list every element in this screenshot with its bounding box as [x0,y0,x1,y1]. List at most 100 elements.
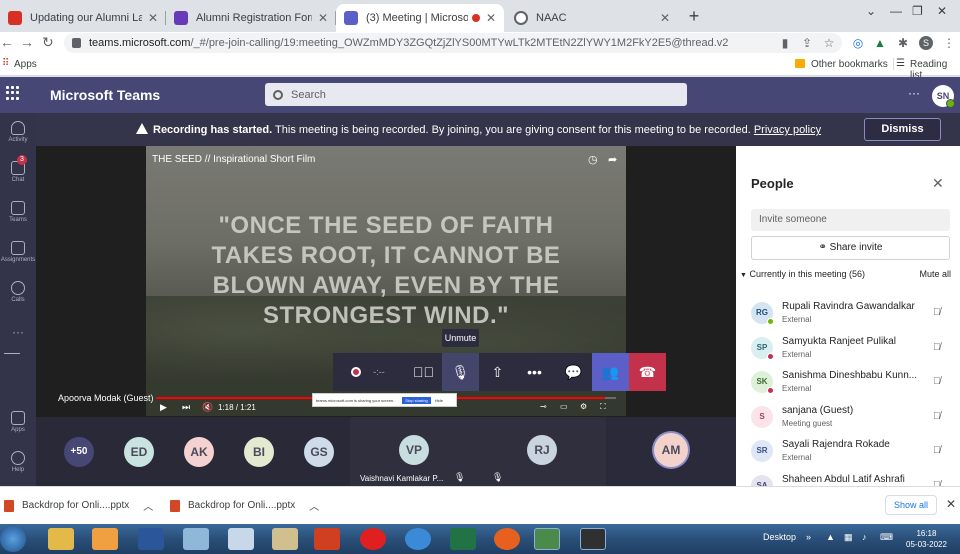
close-icon[interactable]: ✕ [932,175,944,192]
mic-muted-icon[interactable]: 🎙̸ [933,342,941,353]
chevron-up-icon[interactable]: ︿ [143,498,153,513]
participant-tile[interactable]: VP Vaishnavi Kamlakar P... 🎙 [350,417,478,486]
extension-icon[interactable]: ◎ [851,36,865,50]
participant-tile[interactable]: AM [608,417,736,486]
expand-tray-icon[interactable]: » [806,532,811,542]
rail-assignments[interactable]: Assignments [0,241,36,263]
internet-explorer-icon[interactable] [405,528,431,550]
calculator-icon[interactable] [228,528,254,550]
participant-list-item[interactable]: Ssanjana (Guest) Meeting guest 🎙̸ [751,402,956,436]
mic-muted-icon[interactable]: 🎙̸ [933,307,941,318]
share-icon[interactable]: ⇪ [800,36,814,50]
media-player-icon[interactable] [92,528,118,550]
dismiss-button[interactable]: Dismiss [864,118,941,141]
puzzle-icon[interactable]: ✱ [896,36,910,50]
video-title[interactable]: THE SEED // Inspirational Short Film [152,154,315,165]
tray-icon[interactable]: ▲ [826,532,835,542]
network-icon[interactable]: ▦ [844,532,853,543]
tab-alumni-form[interactable]: Alumni Registration Form ✕ [166,4,336,32]
show-all-button[interactable]: Show all [885,495,937,515]
participant-tile[interactable]: RJ 🎙 [478,417,606,486]
forward-button[interactable]: → [20,34,34,50]
chevron-up-icon[interactable]: ︿ [309,498,319,513]
rail-chat[interactable]: Chat 3 [0,155,36,183]
participant-list-item[interactable]: SR Sayali Rajendra Rokade External 🎙̸ [751,436,956,470]
watch-later-icon[interactable]: ◷ [588,153,598,166]
close-icon[interactable]: ✕ [318,11,328,25]
participant-list-item[interactable]: SP Samyukta Ranjeet Pulikal External 🎙̸ [751,333,956,367]
participant-avatar[interactable]: AK [184,437,214,467]
stop-sharing-button[interactable]: Stop sharing [402,396,431,404]
firefox-icon[interactable] [494,528,520,550]
tab-search-icon[interactable]: ⌄ [866,4,876,18]
keyboard-icon[interactable]: ⌨ [880,532,893,543]
explorer-icon[interactable] [48,528,74,550]
lock-icon[interactable] [72,38,81,48]
chrome-icon[interactable] [534,528,560,550]
close-icon[interactable]: ✕ [486,11,496,25]
more-actions-button[interactable]: ••• [516,353,553,391]
captions-icon[interactable]: ▭ [560,402,568,411]
excel-icon[interactable] [450,528,476,550]
user-avatar[interactable]: SN [932,85,955,108]
system-clock[interactable]: 16:18 05-03-2022 [906,528,947,550]
leave-button[interactable]: ☎ [629,353,666,391]
tab-naac[interactable]: NAAC ✕ [506,4,678,32]
new-tab-button[interactable]: + [684,6,704,26]
close-icon[interactable]: ✕ [148,11,158,25]
rail-calls[interactable]: Calls [0,281,36,303]
mic-muted-icon[interactable]: 🎙̸ [933,411,941,422]
more-participants-badge[interactable]: +50 [64,437,94,467]
minimize-button[interactable]: — [890,4,902,18]
participant-avatar[interactable]: GS [304,437,334,467]
fullscreen-icon[interactable]: ⛶ [600,402,606,412]
mic-muted-icon[interactable]: 🎙̸ [933,376,941,387]
chat-button[interactable]: 💬 [555,353,592,391]
app-icon[interactable] [183,528,209,550]
reload-button[interactable]: ↻ [42,34,54,51]
restore-button[interactable]: ❐ [912,4,923,18]
rail-teams[interactable]: Teams [0,201,36,223]
close-icon[interactable]: ✕ [660,11,670,25]
share-tray-button[interactable]: ⇧ [479,353,516,391]
download-item[interactable]: Backdrop for Onli....pptx ︿ [170,498,319,513]
share-arrow-icon[interactable]: ➦ [608,153,617,166]
autoplay-toggle[interactable]: ⊸ [540,402,547,411]
next-icon[interactable]: ⏭ [182,402,190,413]
menu-icon[interactable]: ⋮ [942,36,956,50]
privacy-policy-link[interactable]: Privacy policy [754,124,821,136]
share-invite-button[interactable]: ⚭ Share invite [751,236,950,260]
rail-help[interactable]: Help [0,451,36,473]
unmute-button[interactable]: 🎙 [442,353,479,391]
apps-grid-icon[interactable]: ⠿ [2,58,9,69]
extension-icon[interactable]: ▲ [873,36,887,50]
rail-apps[interactable]: Apps [0,411,36,433]
app-icon[interactable] [314,528,340,550]
download-item[interactable]: Backdrop for Onli....pptx ︿ [4,498,153,513]
apps-bookmark[interactable]: Apps [14,59,37,70]
mute-all-button[interactable]: Mute all [919,269,951,279]
participant-list-item[interactable]: RG Rupali Ravindra Gawandalkar External 🎙̸ [751,298,956,332]
mic-muted-icon[interactable]: 🎙̸ [933,445,941,456]
word-icon[interactable] [138,528,164,550]
camera-off-button[interactable]: ▭⃠ [405,353,442,391]
in-meeting-section-header[interactable]: ▼ Currently in this meeting (56) Mute al… [740,269,955,279]
volume-icon[interactable]: 🔇 [202,402,213,413]
tab-teams-meeting[interactable]: (3) Meeting | Microsoft Teams ✕ [336,4,504,32]
app-launcher-icon[interactable] [6,86,20,100]
camera-app-icon[interactable] [580,528,606,550]
profile-avatar[interactable]: S [919,36,933,50]
close-icon[interactable]: ✕ [946,497,956,511]
search-input[interactable]: Search [265,83,687,106]
paint-icon[interactable] [272,528,298,550]
back-button[interactable]: ← [0,34,14,50]
camera-icon[interactable]: ▮ [778,36,792,50]
address-bar[interactable]: teams.microsoft.com/_#/pre-join-calling/… [64,33,842,53]
settings-gear-icon[interactable]: ⚙ [580,402,587,411]
rail-activity[interactable]: Activity [0,121,36,143]
bookmark-star-icon[interactable]: ☆ [822,36,836,50]
tab-alumni-records[interactable]: Updating our Alumni Latest Reco ✕ [0,4,166,32]
play-icon[interactable]: ▶ [160,402,167,413]
close-window-button[interactable]: ✕ [937,4,947,18]
volume-icon[interactable]: ♪ [862,532,867,542]
